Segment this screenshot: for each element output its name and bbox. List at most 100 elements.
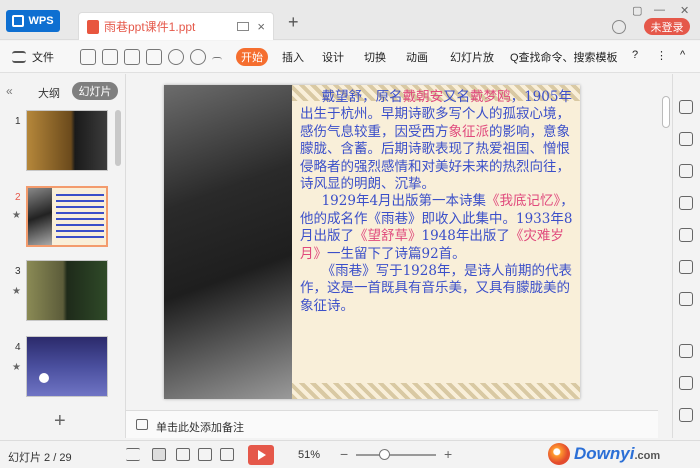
notes-area[interactable]: 单击此处添加备注 [126,410,658,438]
reading-view-icon[interactable] [198,448,212,461]
animation-star-icon: ★ [12,286,21,297]
hamburger-icon[interactable] [12,51,26,63]
zoom-level[interactable]: 51% [298,449,320,461]
redo-icon[interactable] [190,49,206,65]
slide-thumbnail-4[interactable] [26,336,108,397]
slide-thumbnail-1[interactable] [26,110,108,171]
collapse-ribbon-button[interactable]: ^ [680,49,685,61]
wps-logo-icon [12,15,25,27]
add-slide-button[interactable]: + [54,410,66,433]
window-minimize-icon[interactable]: — [654,4,665,16]
body-text: 1948年出版了 [421,228,510,245]
close-tab-button[interactable]: × [257,19,265,34]
slide-number: 4 [15,342,21,353]
title-bar: WPS 雨巷ppt课件1.ppt × + ▢ — ✕ 未登录 [0,0,700,40]
slide-paragraph: 1929年4月出版第一本诗集《我底记忆》，他的成名作《雨巷》即收入此集中。193… [300,193,576,263]
notes-placeholder[interactable]: 单击此处添加备注 [156,419,244,435]
canvas-scrollbar[interactable] [662,96,670,128]
monitor-icon[interactable] [237,22,250,31]
right-toolbar [672,74,700,438]
current-slide[interactable]: 戴望舒，原名戴朝安又名戴梦鸥，1905年出生于杭州。早期诗歌多写个人的孤寂心境，… [164,85,580,399]
command-search[interactable]: Q查找命令、搜索模板 [510,49,618,65]
help-button[interactable]: ? [632,49,638,61]
shape-icon[interactable] [679,164,693,178]
slide-panel: « 大纲 幻灯片 1 2 ★ 3 ★ 4 ★ + [0,74,126,438]
author-portrait-image [164,85,292,399]
save-icon[interactable] [80,49,96,65]
animation-star-icon: ★ [12,362,21,373]
print-icon[interactable] [124,49,140,65]
highlighted-term: 《我底记忆》 [486,193,561,210]
adjust-icon[interactable] [679,196,693,210]
print-preview-icon[interactable] [146,49,162,65]
highlighted-term: 戴梦鸥 [470,89,511,105]
slide-paragraph: 《雨巷》写于1928年，是诗人前期的代表作，这是一首既具有音乐美，又具有朦胧美的… [300,263,576,315]
new-tab-button[interactable]: + [288,13,299,31]
window-close-icon[interactable]: ✕ [680,4,689,17]
audio-icon[interactable] [679,376,693,390]
window-restore-icon[interactable]: ▢ [632,4,642,17]
wps-home-tab[interactable]: WPS [6,10,60,32]
slide-number: 1 [15,116,21,127]
zoom-slider-handle[interactable] [379,449,390,460]
export-pdf-icon[interactable] [102,49,118,65]
slide-paragraph: 戴望舒，原名戴朝安又名戴梦鸥，1905年出生于杭州。早期诗歌多写个人的孤寂心境，… [300,89,576,193]
help-icon[interactable] [679,408,693,422]
collapse-panel-button[interactable]: « [6,84,13,98]
watermark-logo: Downyi.com [548,440,700,468]
ribbon-tab-slideshow[interactable]: 幻灯片放 [450,49,494,65]
watermark-text: Downyi.com [574,444,660,464]
animation-star-icon: ★ [12,210,21,221]
slide-body-text[interactable]: 戴望舒，原名戴朝安又名戴梦鸥，1905年出生于杭州。早期诗歌多写个人的孤寂心境，… [300,89,576,315]
body-text: 戴望舒，原名 [321,89,403,105]
document-tab[interactable]: 雨巷ppt课件1.ppt × [78,12,274,40]
image-icon[interactable] [679,344,693,358]
slide-thumbnail-2[interactable] [26,186,108,247]
zoom-out-button[interactable]: − [340,446,348,462]
star-icon[interactable] [679,260,693,274]
menu-lines-icon[interactable] [126,448,140,461]
user-avatar-icon[interactable] [612,20,626,34]
wps-home-label: WPS [28,15,54,27]
zoom-in-button[interactable]: + [444,446,452,462]
play-slideshow-button[interactable] [248,445,274,465]
slide-canvas: 戴望舒，原名戴朝安又名戴梦鸥，1905年出生于杭州。早期诗歌多写个人的孤寂心境，… [126,74,658,409]
select-icon[interactable] [679,100,693,114]
body-text: 一生留下了诗篇92首。 [327,245,466,262]
body-text: 1929年4月出版第一本诗集 [321,193,487,210]
slide-sorter-icon[interactable] [176,448,190,461]
slide-number: 2 [15,192,21,203]
ppt-file-icon [87,19,99,34]
slide-number: 3 [15,266,21,277]
slide-thumbnail-3[interactable] [26,260,108,321]
slide-panel-tabs: « 大纲 幻灯片 [0,82,126,102]
zoom-slider[interactable] [356,454,436,456]
ribbon-tab-animation[interactable]: 动画 [406,49,428,65]
login-button[interactable]: 未登录 [644,18,690,35]
tab-outline[interactable]: 大纲 [38,85,60,101]
body-text: 又名 [443,89,471,105]
menu-bar: 文件 开始 插入 设计 切换 动画 幻灯片放 Q查找命令、搜索模板 ? ⋮ ^ [0,41,700,73]
ribbon-tab-start[interactable]: 开始 [236,48,268,66]
document-tab-title: 雨巷ppt课件1.ppt [104,20,196,34]
file-menu[interactable]: 文件 [32,49,54,65]
normal-view-icon[interactable] [152,448,166,461]
ribbon-tab-insert[interactable]: 插入 [282,49,304,65]
more-arrow-icon[interactable] [212,57,222,73]
notes-view-icon[interactable] [220,448,234,461]
ribbon-tab-transition[interactable]: 切换 [364,49,386,65]
slide-panel-scrollbar[interactable] [115,110,121,166]
copy-format-icon[interactable] [679,132,693,146]
animation-icon[interactable] [679,228,693,242]
highlighted-term: 《望舒草》 [354,228,422,245]
ribbon-tab-design[interactable]: 设计 [322,49,344,65]
wps-presentation-window: WPS 雨巷ppt课件1.ppt × + ▢ — ✕ 未登录 文件 开始 插入 … [0,0,700,468]
tab-slides[interactable]: 幻灯片 [72,82,118,100]
watermark-name: Downyi [574,444,635,463]
share-icon[interactable] [679,292,693,306]
downyi-logo-icon [548,443,570,465]
notes-icon [136,419,148,430]
body-text: 《雨巷》写于1928年，是诗人前期的代表作，这是一首既具有音乐美，又具有朦胧美的… [300,263,572,314]
more-options-button[interactable]: ⋮ [656,49,667,62]
undo-icon[interactable] [168,49,184,65]
